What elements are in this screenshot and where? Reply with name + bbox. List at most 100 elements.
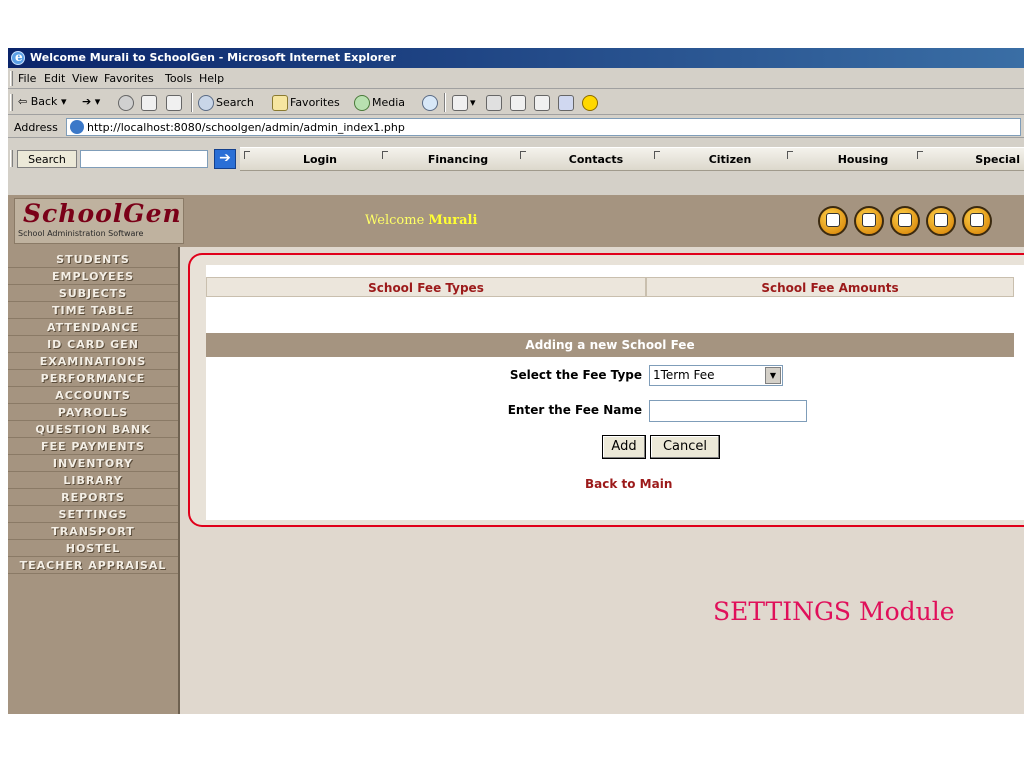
sidebar-item-examinations[interactable]: EXAMINATIONS bbox=[8, 353, 178, 370]
back-button[interactable]: ⇦ Back ▾ bbox=[18, 95, 66, 108]
menu-grip bbox=[10, 71, 13, 86]
sidebar-item-performance[interactable]: PERFORMANCE bbox=[8, 370, 178, 387]
sidebar-item-inventory[interactable]: INVENTORY bbox=[8, 455, 178, 472]
search-grip bbox=[10, 150, 13, 167]
sidebar-item-fee-payments[interactable]: FEE PAYMENTS bbox=[8, 438, 178, 455]
site-header: SchoolGen School Administration Software… bbox=[8, 195, 1024, 247]
help-glyph bbox=[970, 213, 984, 227]
sidebar-item-settings[interactable]: SETTINGS bbox=[8, 506, 178, 523]
sidebar-item-attendance[interactable]: ATTENDANCE bbox=[8, 319, 178, 336]
lightning-icon bbox=[558, 95, 574, 111]
search-toolbar-button[interactable]: Search bbox=[17, 150, 77, 168]
menu-view[interactable]: View bbox=[72, 72, 98, 85]
menu-edit[interactable]: Edit bbox=[44, 72, 65, 85]
home-icon bbox=[166, 95, 182, 111]
schoolgen-logo[interactable]: SchoolGen School Administration Software bbox=[14, 198, 184, 244]
search-input[interactable] bbox=[80, 150, 208, 168]
address-bar: Address http://localhost:8080/schoolgen/… bbox=[8, 116, 1024, 138]
nav-tab-login[interactable]: Login bbox=[240, 147, 400, 171]
menu-tools[interactable]: Tools bbox=[165, 72, 192, 85]
site-nav-bar: Search ➔ Login Financing Contacts Citize… bbox=[8, 139, 1024, 195]
sidebar-item-question-bank[interactable]: QUESTION BANK bbox=[8, 421, 178, 438]
fee-tabs: School Fee Types School Fee Amounts bbox=[206, 277, 1014, 299]
module-label: SETTINGS Module bbox=[713, 597, 955, 626]
edit-button[interactable] bbox=[510, 95, 528, 111]
sidebar-item-hostel[interactable]: HOSTEL bbox=[8, 540, 178, 557]
nav-tab-label: Financing bbox=[427, 153, 489, 166]
smiley-button[interactable] bbox=[582, 95, 600, 111]
discuss-button[interactable] bbox=[534, 95, 552, 111]
print-icon bbox=[486, 95, 502, 111]
page-content: SchoolGen School Administration Software… bbox=[8, 195, 1024, 714]
sidebar-item-employees[interactable]: EMPLOYEES bbox=[8, 268, 178, 285]
back-arrow-icon: ⇦ bbox=[18, 95, 28, 108]
sidebar-item-reports[interactable]: REPORTS bbox=[8, 489, 178, 506]
book-icon[interactable] bbox=[854, 206, 884, 236]
messenger-button[interactable] bbox=[558, 95, 576, 111]
back-to-main-link[interactable]: Back to Main bbox=[585, 477, 672, 491]
sidebar-item-transport[interactable]: TRANSPORT bbox=[8, 523, 178, 540]
address-url: http://localhost:8080/schoolgen/admin/ad… bbox=[87, 121, 405, 134]
fee-type-label: Select the Fee Type bbox=[509, 368, 642, 382]
fee-name-label: Enter the Fee Name bbox=[507, 403, 642, 417]
sidebar-item-payrolls[interactable]: PAYROLLS bbox=[8, 404, 178, 421]
sidebar-item-accounts[interactable]: ACCOUNTS bbox=[8, 387, 178, 404]
refresh-icon bbox=[141, 95, 157, 111]
fee-type-value: 1Term Fee bbox=[653, 368, 715, 382]
fee-name-input[interactable] bbox=[649, 400, 807, 422]
go-arrow-icon[interactable]: ➔ bbox=[214, 149, 236, 169]
address-input[interactable]: http://localhost:8080/schoolgen/admin/ad… bbox=[66, 118, 1021, 136]
help-icon[interactable] bbox=[962, 206, 992, 236]
sidebar-item-time-table[interactable]: TIME TABLE bbox=[8, 302, 178, 319]
add-button[interactable]: Add bbox=[602, 435, 646, 459]
fee-type-select[interactable]: 1Term Fee ▼ bbox=[649, 365, 783, 386]
globe-icon[interactable] bbox=[890, 206, 920, 236]
globe-glyph bbox=[898, 213, 912, 227]
menu-help[interactable]: Help bbox=[199, 72, 224, 85]
window-title: Welcome Murali to SchoolGen - Microsoft … bbox=[30, 51, 396, 64]
sidebar-item-teacher-appraisal[interactable]: TEACHER APPRAISAL bbox=[8, 557, 178, 574]
book-glyph bbox=[862, 213, 876, 227]
welcome-message: Welcome Murali bbox=[365, 213, 477, 228]
mail-button[interactable]: ▾ bbox=[452, 95, 476, 111]
home-icon[interactable] bbox=[818, 206, 848, 236]
refresh-button[interactable] bbox=[141, 95, 159, 111]
menu-favorites[interactable]: Favorites bbox=[104, 72, 154, 85]
logo-subtitle: School Administration Software bbox=[18, 229, 144, 238]
media-label: Media bbox=[372, 96, 406, 109]
media-button[interactable]: Media bbox=[354, 95, 405, 111]
search-button[interactable]: Search bbox=[198, 95, 254, 111]
cancel-button[interactable]: Cancel bbox=[650, 435, 720, 459]
sidebar-item-students[interactable]: STUDENTS bbox=[8, 251, 178, 268]
welcome-prefix: Welcome bbox=[365, 213, 425, 228]
nav-tab-special[interactable]: Special bbox=[913, 147, 1024, 171]
nav-tab-label: Special bbox=[975, 153, 1020, 166]
tab-school-fee-types[interactable]: School Fee Types bbox=[206, 277, 646, 297]
edit-icon bbox=[510, 95, 526, 111]
magnifier-icon bbox=[198, 95, 214, 111]
print-button[interactable] bbox=[486, 95, 504, 111]
favorites-button[interactable]: Favorites bbox=[272, 95, 340, 111]
history-button[interactable] bbox=[422, 95, 440, 111]
sidebar-item-library[interactable]: LIBRARY bbox=[8, 472, 178, 489]
flag-icon bbox=[917, 151, 923, 159]
certificate-glyph bbox=[934, 213, 948, 227]
welcome-name: Murali bbox=[428, 213, 478, 228]
home-button[interactable] bbox=[166, 95, 184, 111]
sidebar-item-id-card-gen[interactable]: ID CARD GEN bbox=[8, 336, 178, 353]
tab-school-fee-amounts[interactable]: School Fee Amounts bbox=[646, 277, 1014, 297]
menu-file[interactable]: File bbox=[18, 72, 36, 85]
forward-button[interactable]: ➔ ▾ bbox=[82, 95, 100, 108]
favorites-label: Favorites bbox=[290, 96, 340, 109]
stop-button[interactable] bbox=[118, 95, 136, 111]
smiley-icon bbox=[582, 95, 598, 111]
certificate-icon[interactable] bbox=[926, 206, 956, 236]
nav-tab-financing[interactable]: Financing bbox=[378, 147, 538, 171]
flag-icon bbox=[244, 151, 250, 159]
back-label: Back bbox=[30, 95, 58, 108]
flag-icon bbox=[382, 151, 388, 159]
chevron-down-icon: ▼ bbox=[765, 367, 781, 384]
sidebar-item-subjects[interactable]: SUBJECTS bbox=[8, 285, 178, 302]
address-label: Address bbox=[14, 121, 58, 134]
dropdown-arrow-icon: ▾ bbox=[60, 95, 67, 108]
